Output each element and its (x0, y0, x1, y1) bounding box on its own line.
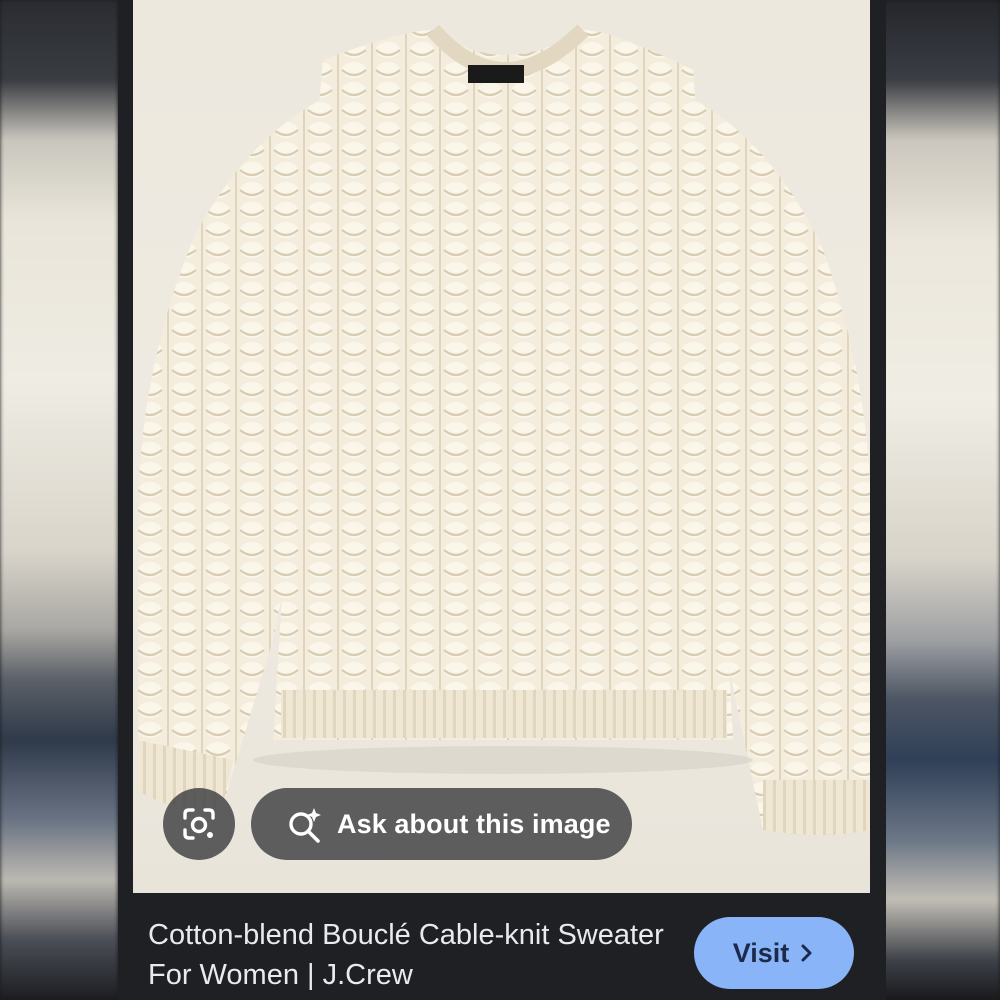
ask-about-image-label: Ask about this image (337, 808, 611, 839)
google-lens-button[interactable] (163, 788, 235, 860)
blurred-background-left (0, 0, 118, 1000)
cable-knit-sweater-illustration (138, 24, 870, 835)
blurred-background-right (882, 0, 1000, 1000)
image-result-card: Ask about this image Cotton-blend Bouclé… (118, 0, 886, 1000)
chevron-right-icon (801, 944, 812, 962)
ask-about-image-button[interactable]: Ask about this image (251, 788, 632, 860)
google-lens-icon (183, 808, 215, 840)
visit-button[interactable]: Visit (694, 917, 854, 989)
product-image[interactable]: Ask about this image (133, 0, 870, 893)
sparkle-search-icon (289, 808, 321, 843)
result-title-link[interactable]: Cotton-blend Bouclé Cable-knit Sweater F… (148, 915, 668, 995)
visit-label: Visit (732, 937, 790, 968)
